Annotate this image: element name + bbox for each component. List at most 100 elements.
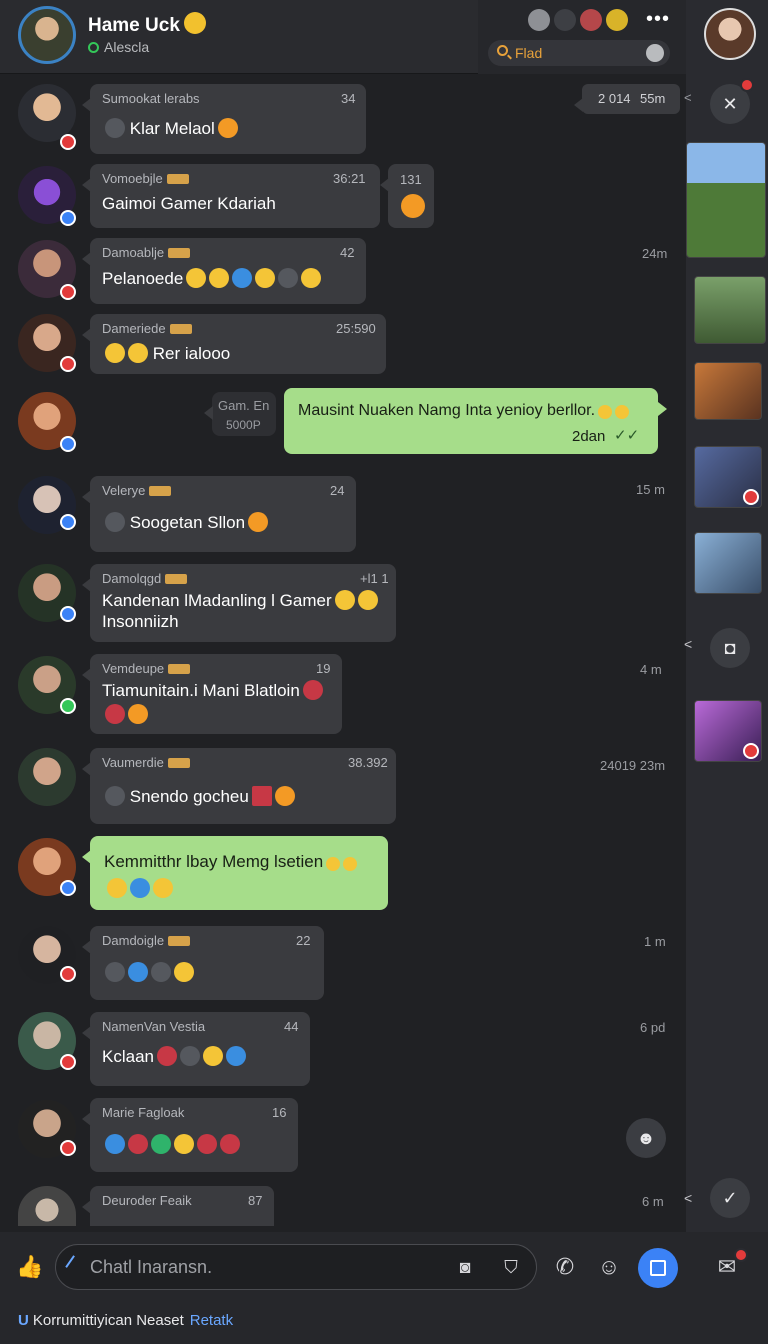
message-bubble[interactable]: Vaumerdie 38.392 Snendo gocheu xyxy=(82,748,396,824)
message-time: 1 m xyxy=(644,934,666,949)
message-count: 36:21 xyxy=(333,171,366,186)
message-sender: Vemdeupe xyxy=(102,661,165,676)
star-icon xyxy=(615,405,630,419)
participant-avatar-icon[interactable] xyxy=(554,9,576,31)
participant-avatar-icon[interactable] xyxy=(580,9,602,31)
emoji-icon xyxy=(128,343,148,363)
emoji-icon xyxy=(105,118,125,138)
message-count: 25:590 xyxy=(336,321,376,336)
message-text: Kclaan xyxy=(102,1047,154,1066)
message-emoji-row xyxy=(102,962,194,983)
message-text: Kandenan lMadanling l Gamer xyxy=(102,591,332,610)
sticker-icon[interactable]: ☺ xyxy=(596,1254,622,1280)
send-button[interactable] xyxy=(638,1248,678,1288)
message-sender-row: Vemdeupe xyxy=(102,661,191,676)
message-count: 19 xyxy=(316,661,331,676)
phone-icon[interactable]: ✆ xyxy=(552,1254,578,1280)
gamepad-icon[interactable]: ☻ xyxy=(626,1118,666,1158)
emoji-icon xyxy=(302,680,323,700)
status-text: Alescla xyxy=(104,39,150,55)
side-info-top: Gam. En xyxy=(218,398,270,413)
shield-icon[interactable]: ⛉ xyxy=(498,1254,524,1280)
game-thumbnail[interactable] xyxy=(694,362,762,420)
inbox-icon[interactable]: ✉ xyxy=(714,1248,748,1280)
camera-icon[interactable]: ◙ xyxy=(452,1254,478,1280)
message-emoji-row xyxy=(102,1134,240,1155)
participant-avatar-icon[interactable] xyxy=(606,9,628,31)
clear-search-icon[interactable] xyxy=(646,44,664,62)
emoji-icon xyxy=(174,1134,194,1154)
message-text-row: Snendo gocheu xyxy=(102,786,295,807)
emoji-icon xyxy=(105,786,125,806)
search-icon xyxy=(497,45,508,56)
game-thumbnail[interactable] xyxy=(694,700,762,762)
chat-header: Hame Uck Alescla ••• xyxy=(0,0,686,74)
chat-input[interactable] xyxy=(90,1255,450,1279)
game-thumbnail[interactable] xyxy=(694,446,762,508)
message-emoji-row xyxy=(104,878,173,899)
shield-check-icon[interactable]: ✓ xyxy=(710,1178,750,1218)
avatar[interactable] xyxy=(18,748,76,806)
emoji-icon xyxy=(179,1046,200,1066)
message-text-row: Mausint Nuaken Namg Inta yenioy berllor. xyxy=(298,402,630,420)
message-text-line2: Insonniizh xyxy=(102,612,179,631)
chevron-left-icon[interactable]: < xyxy=(684,90,692,105)
game-thumbnail[interactable] xyxy=(694,276,766,344)
search-input[interactable] xyxy=(515,43,635,63)
message-count: 22 xyxy=(296,933,311,948)
emoji-icon xyxy=(128,1134,148,1154)
thumbs-up-icon[interactable]: 👍 xyxy=(16,1254,43,1280)
more-options-icon[interactable]: ••• xyxy=(646,8,670,31)
outgoing-message-bubble[interactable]: Mausint Nuaken Namg Inta yenioy berllor.… xyxy=(284,388,667,454)
rank-icon xyxy=(168,248,191,258)
profile-avatar[interactable] xyxy=(704,8,756,60)
chat-avatar[interactable] xyxy=(18,6,76,64)
star-icon xyxy=(326,857,341,871)
footer-line: U Korrumittiyican Neaset Retatk xyxy=(18,1312,233,1329)
status-badge xyxy=(60,210,76,226)
message-bubble[interactable]: Sumookat lerabs 34 Klar Melaol xyxy=(82,84,366,154)
message-bubble[interactable]: Deuroder Feaik 87 xyxy=(82,1186,274,1226)
message-text-row: Rer ialooo xyxy=(102,343,230,364)
message-time: 24019 23m xyxy=(600,758,666,773)
message-bubble[interactable]: Vemdeupe 19 Tiamunitain.i Mani Blatloin xyxy=(82,654,342,734)
remove-icon[interactable] xyxy=(743,743,759,759)
chat-input-wrap[interactable]: ◙ ⛉ xyxy=(55,1244,537,1290)
message-bubble[interactable]: Dameriede 25:590 Rer ialooo xyxy=(82,314,386,374)
notification-badge xyxy=(734,1248,748,1262)
reaction-bubble[interactable]: 131 xyxy=(380,164,434,228)
chevron-left-icon[interactable]: < xyxy=(684,636,692,652)
pencil-icon xyxy=(65,1255,85,1275)
message-bubble[interactable]: Marie Fagloak 16 xyxy=(82,1098,298,1172)
footer-prefix: U xyxy=(18,1312,29,1329)
message-bubble[interactable]: Damolqgd +l1 1 Kandenan lMadanling l Gam… xyxy=(82,564,396,642)
emoji-icon xyxy=(357,590,378,610)
emoji-icon xyxy=(105,1134,125,1154)
message-bubble[interactable]: NamenVan Vestia 44 Kclaan xyxy=(82,1012,310,1086)
message-bubble[interactable]: Kemmitthr lbay Memg lsetien xyxy=(82,836,388,910)
message-count: 24 xyxy=(330,483,345,498)
message-bubble[interactable]: Vomoebjle 36:21 Gaimoi Gamer Kdariah xyxy=(82,164,380,228)
game-thumbnail[interactable] xyxy=(694,532,762,594)
swords-icon[interactable]: ✕ xyxy=(710,78,754,124)
message-bubble[interactable]: Velerye 24 Soogetan Sllon xyxy=(82,476,356,552)
message-bubble[interactable]: Damdoigle 22 xyxy=(82,926,324,1000)
chat-title: Hame Uck xyxy=(88,15,180,36)
record-button-icon[interactable]: ◘ xyxy=(710,628,750,668)
message-time: 6 m xyxy=(642,1194,664,1209)
emoji-icon xyxy=(401,194,425,218)
chevron-left-icon[interactable]: < xyxy=(684,1190,692,1206)
search-bar[interactable] xyxy=(488,40,670,66)
game-thumbnail[interactable] xyxy=(686,142,766,258)
message-sender: Damolqgd xyxy=(102,571,162,586)
remove-icon[interactable] xyxy=(743,489,759,505)
emoji-icon xyxy=(220,1134,240,1154)
participant-avatar-icon[interactable] xyxy=(528,9,550,31)
participant-icons xyxy=(528,9,628,31)
flag-icon xyxy=(251,786,272,806)
footer-link[interactable]: Retatk xyxy=(190,1312,233,1329)
message-text: Klar Melaol xyxy=(129,119,215,138)
avatar[interactable] xyxy=(18,1186,76,1226)
message-bubble[interactable]: Damoablje 42 Pelanoede xyxy=(82,238,366,304)
message-sender-row: Dameriede xyxy=(102,321,192,336)
